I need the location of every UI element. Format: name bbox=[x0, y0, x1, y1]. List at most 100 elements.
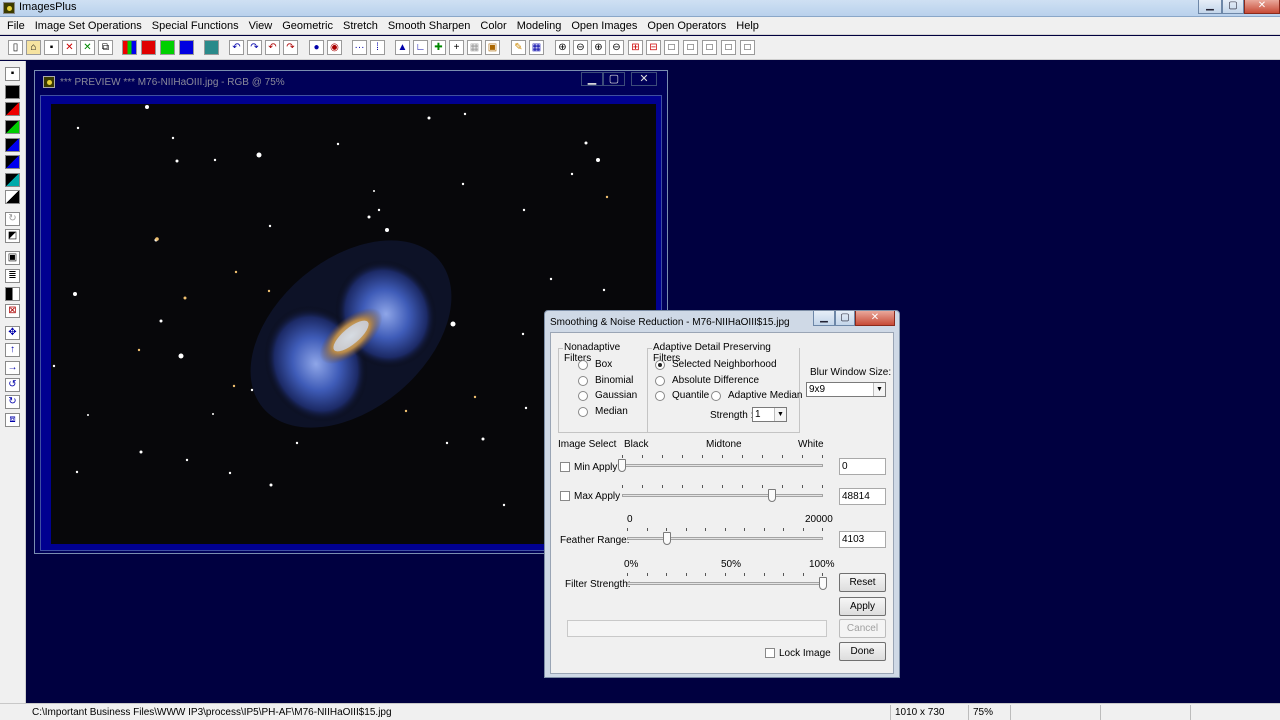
radio-gaussian-icon[interactable] bbox=[578, 390, 588, 401]
radio-median[interactable]: Median bbox=[578, 406, 628, 417]
menu-help[interactable]: Help bbox=[731, 20, 764, 32]
black-blue-icon[interactable] bbox=[5, 138, 20, 152]
radio-binomial[interactable]: Binomial bbox=[578, 375, 633, 386]
menu-color[interactable]: Color bbox=[475, 20, 511, 32]
zoom-in-icon[interactable]: ⊕ bbox=[555, 40, 570, 55]
menu-open-images[interactable]: Open Images bbox=[566, 20, 642, 32]
blur-window-select[interactable]: 9x9 ▼ bbox=[806, 382, 886, 397]
min-apply-field[interactable]: 0 bbox=[839, 458, 886, 475]
feather-range-field[interactable]: 4103 bbox=[839, 531, 886, 548]
strength-select[interactable]: 1 ▼ bbox=[752, 407, 787, 422]
black-blue-2-icon[interactable] bbox=[5, 155, 20, 169]
rgb-channels-icon[interactable] bbox=[122, 40, 137, 55]
black-green-icon[interactable] bbox=[5, 120, 20, 134]
menu-open-operators[interactable]: Open Operators bbox=[642, 20, 731, 32]
zoom-out-icon[interactable]: ⊖ bbox=[573, 40, 588, 55]
reset-button[interactable]: Reset bbox=[839, 573, 886, 592]
new-file-icon[interactable]: ▯ bbox=[8, 40, 23, 55]
close-image-icon[interactable]: ✕ bbox=[62, 40, 77, 55]
square-select-icon[interactable]: ▣ bbox=[5, 251, 20, 265]
radio-box[interactable]: Box bbox=[578, 359, 612, 370]
menu-view[interactable]: View bbox=[244, 20, 278, 32]
dialog-minimize-icon[interactable]: ▁ bbox=[813, 311, 835, 326]
table-icon[interactable]: ▦ bbox=[529, 40, 544, 55]
preview-maximize-icon[interactable]: ▢ bbox=[603, 72, 625, 86]
dotted-line-icon[interactable]: ··· bbox=[352, 40, 367, 55]
done-button[interactable]: Done bbox=[839, 642, 886, 661]
axis-icon[interactable]: ∟ bbox=[413, 40, 428, 55]
right-arrow-icon[interactable]: → bbox=[5, 361, 20, 375]
chevron-down-icon[interactable]: ▼ bbox=[873, 383, 885, 396]
apply-button[interactable]: Apply bbox=[839, 597, 886, 616]
radio-adaptive-median-icon[interactable] bbox=[711, 390, 721, 401]
maximize-icon[interactable]: ▢ bbox=[1222, 0, 1244, 14]
menu-file[interactable]: File bbox=[2, 20, 30, 32]
rotate-right-icon[interactable]: ↻ bbox=[5, 395, 20, 409]
menu-modeling[interactable]: Modeling bbox=[512, 20, 567, 32]
min-apply-slider-thumb[interactable] bbox=[618, 459, 626, 472]
circle-select-icon[interactable]: ● bbox=[309, 40, 324, 55]
white-black-icon[interactable] bbox=[5, 190, 20, 204]
max-apply-field[interactable]: 48814 bbox=[839, 488, 886, 505]
black-cyan-icon[interactable] bbox=[5, 173, 20, 187]
undo-icon[interactable]: ↶ bbox=[229, 40, 244, 55]
half-black-icon[interactable] bbox=[5, 287, 20, 301]
frame-1-icon[interactable]: □ bbox=[664, 40, 679, 55]
radio-adaptive-median[interactable]: Adaptive Median bbox=[711, 390, 803, 401]
radio-absolute-difference-icon[interactable] bbox=[655, 375, 665, 386]
redo-all-icon[interactable]: ↷ bbox=[283, 40, 298, 55]
close-all-icon[interactable]: ✕ bbox=[80, 40, 95, 55]
blue-channel-icon[interactable] bbox=[179, 40, 194, 55]
minimize-icon[interactable]: ▁ bbox=[1198, 0, 1222, 14]
dialog-close-icon[interactable]: ✕ bbox=[855, 311, 895, 326]
up-arrow-icon[interactable]: ↑ bbox=[5, 343, 20, 357]
crosshair-green-icon[interactable]: ✚ bbox=[431, 40, 446, 55]
cancel-button[interactable]: Cancel bbox=[839, 619, 886, 638]
save-icon[interactable]: ▪ bbox=[44, 40, 59, 55]
menu-smooth-sharpen[interactable]: Smooth Sharpen bbox=[383, 20, 476, 32]
max-apply-slider[interactable] bbox=[622, 485, 823, 505]
remove-frame-icon[interactable]: ⊟ bbox=[646, 40, 661, 55]
lock-image-checkbox[interactable] bbox=[765, 648, 775, 658]
frame-2-icon[interactable]: □ bbox=[683, 40, 698, 55]
circle-target-icon[interactable]: ◉ bbox=[327, 40, 342, 55]
diagonal-icon[interactable]: ◩ bbox=[5, 229, 20, 243]
grid-icon[interactable] bbox=[204, 40, 219, 55]
radio-selected-neighborhood[interactable]: Selected Neighborhood bbox=[655, 359, 777, 370]
camera-icon[interactable]: ▣ bbox=[485, 40, 500, 55]
preview-close-icon[interactable]: ✕ bbox=[631, 72, 657, 86]
list-icon[interactable]: ≣ bbox=[5, 269, 20, 283]
redo-icon[interactable]: ↷ bbox=[247, 40, 262, 55]
zoom-actual-icon[interactable]: ⊖ bbox=[609, 40, 624, 55]
menu-special-functions[interactable]: Special Functions bbox=[147, 20, 244, 32]
frame-3-icon[interactable]: □ bbox=[702, 40, 717, 55]
crop-icon[interactable]: ⊠ bbox=[5, 304, 20, 318]
black-red-icon[interactable] bbox=[5, 102, 20, 116]
move-icon[interactable]: ✥ bbox=[5, 326, 20, 340]
crosshair-icon[interactable]: + bbox=[449, 40, 464, 55]
undo-all-icon[interactable]: ↶ bbox=[265, 40, 280, 55]
radio-binomial-icon[interactable] bbox=[578, 375, 588, 386]
histogram-icon[interactable]: ▲ bbox=[395, 40, 410, 55]
max-apply-slider-thumb[interactable] bbox=[767, 489, 776, 502]
filter-strength-slider[interactable] bbox=[627, 573, 827, 593]
red-channel-icon[interactable] bbox=[141, 40, 156, 55]
radio-gaussian[interactable]: Gaussian bbox=[578, 390, 637, 401]
menu-geometric[interactable]: Geometric bbox=[277, 20, 338, 32]
green-channel-icon[interactable] bbox=[160, 40, 175, 55]
preview-title-bar[interactable]: *** PREVIEW *** M76-NIIHaOIII.jpg - RGB … bbox=[35, 71, 667, 93]
min-apply-checkbox[interactable] bbox=[560, 462, 570, 472]
radio-median-icon[interactable] bbox=[578, 406, 588, 417]
close-icon[interactable]: ✕ bbox=[1244, 0, 1280, 14]
min-apply-slider[interactable] bbox=[618, 455, 823, 475]
preview-minimize-icon[interactable]: ▁ bbox=[581, 72, 603, 86]
feather-range-slider[interactable] bbox=[627, 528, 823, 548]
radio-absolute-difference[interactable]: Absolute Difference bbox=[655, 375, 759, 386]
filter-strength-slider-thumb[interactable] bbox=[819, 577, 827, 590]
open-folder-icon[interactable]: ⌂ bbox=[26, 40, 41, 55]
mirror-icon[interactable]: ⧈ bbox=[5, 413, 20, 427]
radio-quantile-icon[interactable] bbox=[655, 390, 665, 401]
menu-image-set-operations[interactable]: Image Set Operations bbox=[30, 20, 147, 32]
pencil-icon[interactable]: ✎ bbox=[511, 40, 526, 55]
menu-stretch[interactable]: Stretch bbox=[338, 20, 383, 32]
